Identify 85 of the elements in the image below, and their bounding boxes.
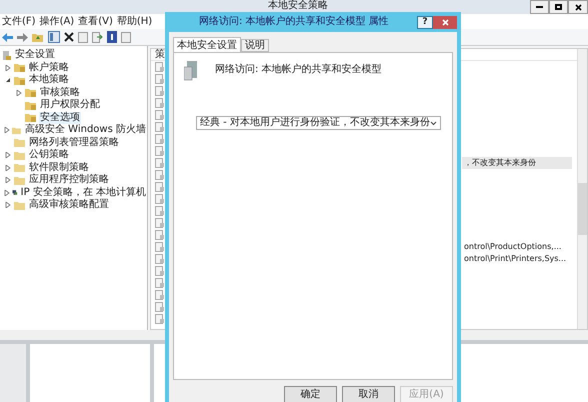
tree-item[interactable]: 审核策略: [39, 86, 81, 99]
chevron-down-icon: [430, 120, 437, 126]
policy-icon: [155, 86, 165, 96]
folder-icon: [14, 74, 26, 86]
policy-icon: [155, 290, 165, 300]
policy-icon: [155, 194, 165, 204]
collapsed-arrow-icon[interactable]: [5, 64, 11, 71]
tree-item[interactable]: 网络列表管理器策略: [28, 136, 120, 149]
folder-icon: [25, 87, 37, 98]
folder-icon: [14, 200, 26, 211]
tab[interactable]: 说明: [241, 39, 269, 52]
policy-icon: [155, 74, 165, 84]
collapsed-arrow-icon[interactable]: [16, 90, 22, 96]
policy-icon: [155, 254, 165, 264]
collapsed-arrow-icon[interactable]: [4, 127, 10, 134]
folder-up-icon[interactable]: [32, 32, 44, 42]
policy-icon: [155, 62, 165, 72]
tree-item[interactable]: 高级安全 Windows 防火墙: [24, 124, 147, 136]
policy-icon: [155, 278, 165, 288]
folder-icon: [25, 100, 37, 111]
help-icon[interactable]: [107, 31, 117, 43]
policy-icon: [155, 170, 165, 180]
panel-icon[interactable]: [48, 31, 60, 43]
tree-item[interactable]: 本地策略: [28, 74, 70, 86]
folder-icon: [14, 174, 26, 186]
scrollbar[interactable]: [577, 49, 587, 329]
collapsed-arrow-icon[interactable]: [5, 202, 11, 208]
authentication-dropdown[interactable]: 经典 - 对本地用户进行身份验证，不改变其本来身份: [196, 116, 441, 130]
list-row[interactable]: ，不改变其本来身份: [462, 157, 572, 169]
policy-icon: [155, 314, 165, 324]
collapsed-arrow-icon[interactable]: [4, 190, 10, 196]
folder-icon: [14, 162, 26, 174]
menu-item[interactable]: 帮助(H): [116, 16, 152, 28]
policy-icon: [155, 230, 165, 240]
export-icon[interactable]: [92, 32, 103, 42]
dialog-button[interactable]: 确定: [284, 386, 337, 402]
delete-icon[interactable]: [64, 32, 74, 42]
maximize-button[interactable]: [549, 0, 568, 14]
policy-icon: [155, 302, 165, 312]
tree-item[interactable]: 应用程序控制策略: [28, 174, 110, 186]
close-icon: [574, 4, 582, 10]
server-icon: [184, 61, 200, 81]
policy-icon: [155, 266, 165, 276]
tree-item[interactable]: 安全选项: [39, 112, 81, 124]
dialog-button[interactable]: 取消: [342, 386, 395, 402]
collapsed-arrow-icon[interactable]: [5, 164, 11, 171]
policy-icon: [155, 134, 165, 144]
policy-icon: [155, 158, 165, 168]
menu-item[interactable]: 查看(V): [78, 16, 113, 28]
policy-icon: [155, 218, 165, 228]
close-icon: [442, 18, 448, 26]
folder-icon: [25, 112, 37, 124]
policy-icon: [155, 98, 165, 108]
policy-icon: [155, 206, 165, 216]
policy-name: 网络访问: 本地帐户的共享和安全模型: [215, 64, 382, 76]
tree-item[interactable]: 公钥策略: [28, 149, 70, 162]
tree-item[interactable]: 安全设置: [15, 49, 55, 62]
help-button[interactable]: ?: [417, 16, 433, 28]
expanded-arrow-icon[interactable]: [5, 77, 11, 84]
collapsed-arrow-icon[interactable]: [5, 177, 11, 184]
tree-item[interactable]: IP 安全策略，在 本地计算机: [20, 186, 147, 199]
collapsed-arrow-icon[interactable]: [5, 152, 11, 158]
tree-item[interactable]: 高级审核策略配置: [28, 199, 110, 212]
tree-item[interactable]: 帐户策略: [28, 62, 70, 74]
scrollbar-thumb[interactable]: [578, 183, 587, 235]
folder-icon: [14, 150, 26, 161]
folder-icon: [12, 124, 22, 136]
close-button[interactable]: [568, 0, 588, 14]
back-arrow-icon[interactable]: [2, 32, 13, 42]
menu-item[interactable]: 文件(F): [2, 16, 36, 28]
tab[interactable]: 本地安全设置: [173, 37, 241, 52]
policy-icon: [155, 110, 165, 120]
dialog-title: 网络访问: 本地帐户的共享和安全模型 属性: [199, 16, 389, 28]
menu-item[interactable]: 操作(A): [40, 16, 74, 28]
column-header[interactable]: 策: [155, 49, 165, 60]
tree-item[interactable]: 用户权限分配: [39, 99, 101, 112]
policy-icon: [155, 122, 165, 132]
policy-icon: [155, 182, 165, 192]
folder-icon: [14, 62, 26, 74]
folder-icon: [14, 137, 26, 148]
minimize-button[interactable]: [530, 0, 549, 14]
policy-icon: [155, 146, 165, 156]
policy-icon: [155, 242, 165, 252]
tree-item[interactable]: 软件限制策略: [28, 162, 90, 174]
forward-arrow-icon[interactable]: [17, 32, 28, 42]
